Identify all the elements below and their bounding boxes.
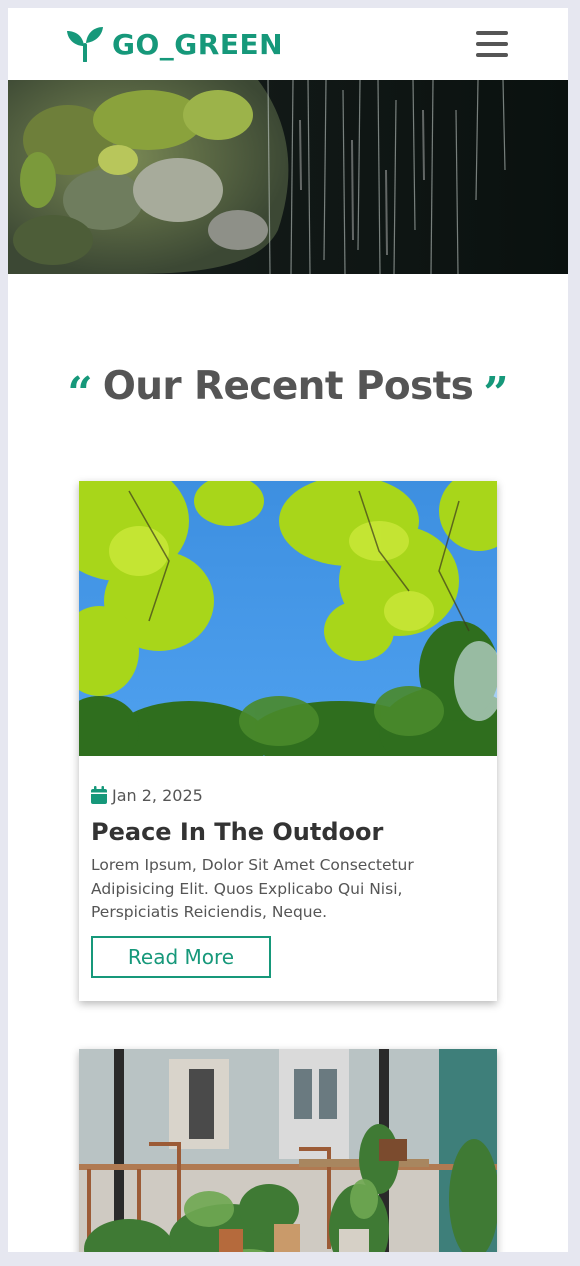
navbar: GO_GREEN xyxy=(8,8,568,80)
post-date-text: Jan 2, 2025 xyxy=(112,785,203,805)
section-title: “Our Recent Posts” xyxy=(8,364,568,416)
post-excerpt: Lorem Ipsum, Dolor Sit Amet Consectetur … xyxy=(91,856,414,921)
post-card xyxy=(79,1049,497,1252)
page: GO_GREEN “ Our Recent Posts ” Jan 2, 202… xyxy=(8,8,568,1252)
open-quote-icon: “ xyxy=(67,367,93,419)
close-quote-icon: ” xyxy=(483,367,509,419)
post-date: Jan 2, 2025 xyxy=(91,784,203,806)
calendar-icon xyxy=(91,786,112,804)
hero-image xyxy=(8,80,568,274)
post-image xyxy=(79,481,497,756)
hamburger-menu-icon[interactable] xyxy=(474,28,510,60)
read-more-button[interactable]: Read More xyxy=(91,936,271,978)
post-card: Jan 2, 2025 Peace In The Outdoor Lorem I… xyxy=(79,481,497,1001)
section-title-text: Our Recent Posts xyxy=(102,364,474,409)
brand-logo-link[interactable]: GO_GREEN xyxy=(66,24,283,64)
sprout-icon xyxy=(66,26,104,62)
post-image xyxy=(79,1049,497,1252)
post-title: Peace In The Outdoor xyxy=(91,818,384,846)
brand-name: GO_GREEN xyxy=(112,27,284,61)
